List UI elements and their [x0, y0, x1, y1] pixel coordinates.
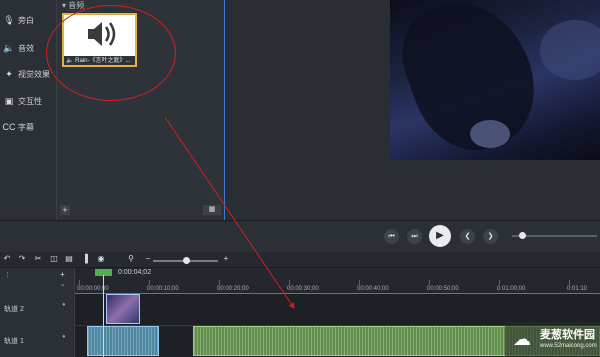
watermark-url: www.52maicong.com	[540, 343, 597, 349]
annotation-arrow	[164, 116, 295, 309]
watermark-text: 麦葱软件园	[540, 329, 595, 341]
cloud-logo-icon: ☁	[513, 329, 531, 349]
